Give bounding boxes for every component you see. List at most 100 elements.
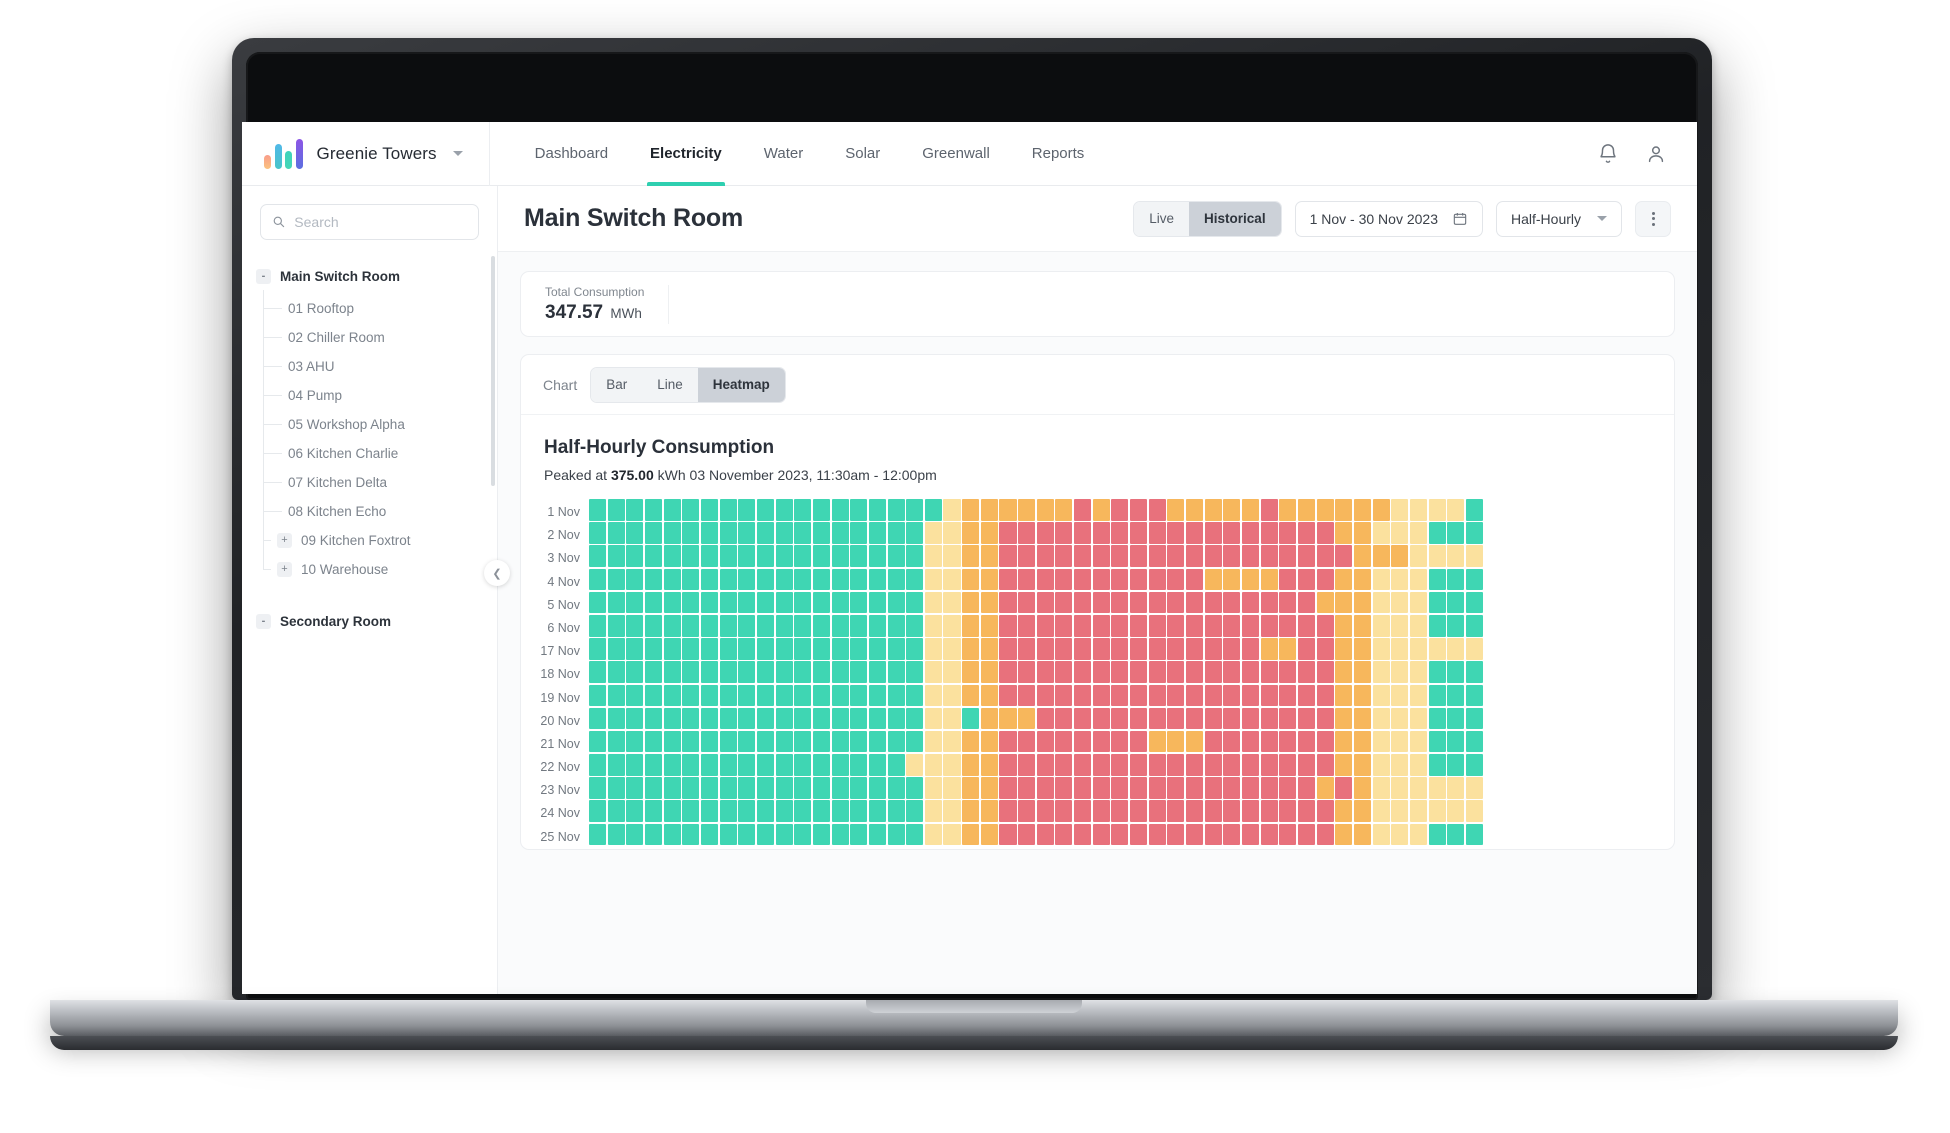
heatmap-cell[interactable] [1335, 707, 1353, 730]
nav-item-solar[interactable]: Solar [824, 122, 901, 186]
more-options-button[interactable] [1635, 200, 1671, 237]
heatmap-cell[interactable] [1465, 568, 1483, 591]
heatmap-cell[interactable] [999, 800, 1017, 823]
heatmap-cell[interactable] [1316, 591, 1334, 614]
heatmap-cell[interactable] [775, 684, 793, 707]
heatmap-cell[interactable] [1036, 684, 1054, 707]
heatmap-cell[interactable] [738, 545, 756, 567]
heatmap-cell[interactable] [1186, 777, 1204, 799]
heatmap-cell[interactable] [980, 499, 998, 521]
heatmap-cell[interactable] [1018, 707, 1036, 730]
heatmap-cell[interactable] [831, 522, 849, 544]
heatmap-cell[interactable] [924, 638, 942, 660]
heatmap-cell[interactable] [1428, 591, 1446, 614]
heatmap-cell[interactable] [1260, 522, 1278, 544]
heatmap-cell[interactable] [868, 754, 886, 776]
heatmap-cell[interactable] [607, 614, 625, 637]
heatmap-cell[interactable] [1260, 777, 1278, 799]
heatmap-cell[interactable] [700, 707, 718, 730]
heatmap-cell[interactable] [607, 777, 625, 799]
heatmap-cell[interactable] [644, 661, 663, 683]
heatmap-cell[interactable] [1391, 754, 1409, 776]
heatmap-cell[interactable] [682, 707, 700, 730]
heatmap-cell[interactable] [850, 730, 868, 753]
heatmap-cell[interactable] [1167, 568, 1185, 591]
heatmap-cell[interactable] [1260, 591, 1278, 614]
heatmap-cell[interactable] [1186, 730, 1204, 753]
heatmap-cell[interactable] [868, 661, 886, 683]
heatmap-cell[interactable] [812, 591, 830, 614]
heatmap-cell[interactable] [1353, 499, 1371, 521]
heatmap-cell[interactable] [1130, 707, 1148, 730]
heatmap-cell[interactable] [1335, 661, 1353, 683]
heatmap-cell[interactable] [924, 684, 942, 707]
heatmap-cell[interactable] [719, 730, 737, 753]
heatmap-cell[interactable] [775, 707, 793, 730]
heatmap-cell[interactable] [607, 823, 625, 846]
heatmap-cell[interactable] [1223, 823, 1241, 846]
heatmap-cell[interactable] [1186, 499, 1204, 521]
heatmap-cell[interactable] [1130, 777, 1148, 799]
heatmap-cell[interactable] [1223, 684, 1241, 707]
heatmap-cell[interactable] [1391, 499, 1409, 521]
heatmap-cell[interactable] [1074, 730, 1092, 753]
heatmap-cell[interactable] [1036, 522, 1054, 544]
heatmap-cell[interactable] [1204, 638, 1222, 660]
heatmap-cell[interactable] [1353, 754, 1371, 776]
heatmap-cell[interactable] [1055, 684, 1073, 707]
heatmap-cell[interactable] [943, 777, 961, 799]
heatmap-cell[interactable] [1130, 545, 1148, 567]
heatmap-cell[interactable] [1279, 823, 1297, 846]
heatmap-cell[interactable] [980, 754, 998, 776]
heatmap-cell[interactable] [1148, 614, 1166, 637]
heatmap-cell[interactable] [887, 591, 905, 614]
heatmap-cell[interactable] [850, 754, 868, 776]
heatmap-cell[interactable] [1223, 661, 1241, 683]
heatmap-cell[interactable] [756, 499, 774, 521]
heatmap-cell[interactable] [1055, 754, 1073, 776]
heatmap-cell[interactable] [700, 591, 718, 614]
heatmap-cell[interactable] [1241, 684, 1260, 707]
heatmap-cell[interactable] [663, 707, 681, 730]
heatmap-cell[interactable] [1465, 614, 1483, 637]
heatmap-cell[interactable] [607, 707, 625, 730]
heatmap-cell[interactable] [644, 591, 663, 614]
heatmap-cell[interactable] [1111, 754, 1129, 776]
heatmap-cell[interactable] [1409, 568, 1427, 591]
heatmap-cell[interactable] [1148, 568, 1166, 591]
heatmap-cell[interactable] [1391, 707, 1409, 730]
heatmap-cell[interactable] [1074, 591, 1092, 614]
heatmap-cell[interactable] [1316, 754, 1334, 776]
heatmap-cell[interactable] [980, 661, 998, 683]
heatmap-cell[interactable] [607, 499, 625, 521]
heatmap-cell[interactable] [831, 638, 849, 660]
heatmap-cell[interactable] [1372, 591, 1390, 614]
heatmap-cell[interactable] [1372, 661, 1390, 683]
heatmap-cell[interactable] [868, 568, 886, 591]
heatmap-cell[interactable] [1204, 568, 1222, 591]
heatmap-cell[interactable] [626, 568, 644, 591]
heatmap-cell[interactable] [850, 522, 868, 544]
heatmap-cell[interactable] [1092, 684, 1110, 707]
heatmap-cell[interactable] [756, 823, 774, 846]
heatmap-cell[interactable] [719, 777, 737, 799]
heatmap-cell[interactable] [980, 823, 998, 846]
heatmap-cell[interactable] [1092, 823, 1110, 846]
heatmap-cell[interactable] [1111, 638, 1129, 660]
heatmap-cell[interactable] [812, 638, 830, 660]
heatmap-cell[interactable] [663, 638, 681, 660]
heatmap-cell[interactable] [1353, 661, 1371, 683]
heatmap-cell[interactable] [1335, 638, 1353, 660]
heatmap-cell[interactable] [626, 800, 644, 823]
heatmap-cell[interactable] [1279, 684, 1297, 707]
heatmap-cell[interactable] [607, 730, 625, 753]
heatmap-cell[interactable] [1316, 614, 1334, 637]
heatmap-cell[interactable] [1130, 638, 1148, 660]
heatmap-cell[interactable] [1186, 568, 1204, 591]
heatmap-cell[interactable] [794, 522, 812, 544]
heatmap-cell[interactable] [663, 684, 681, 707]
tree-item-01-rooftop[interactable]: 01 Rooftop [263, 294, 497, 323]
heatmap-cell[interactable] [868, 499, 886, 521]
heatmap-cell[interactable] [1447, 522, 1465, 544]
heatmap-cell[interactable] [943, 823, 961, 846]
